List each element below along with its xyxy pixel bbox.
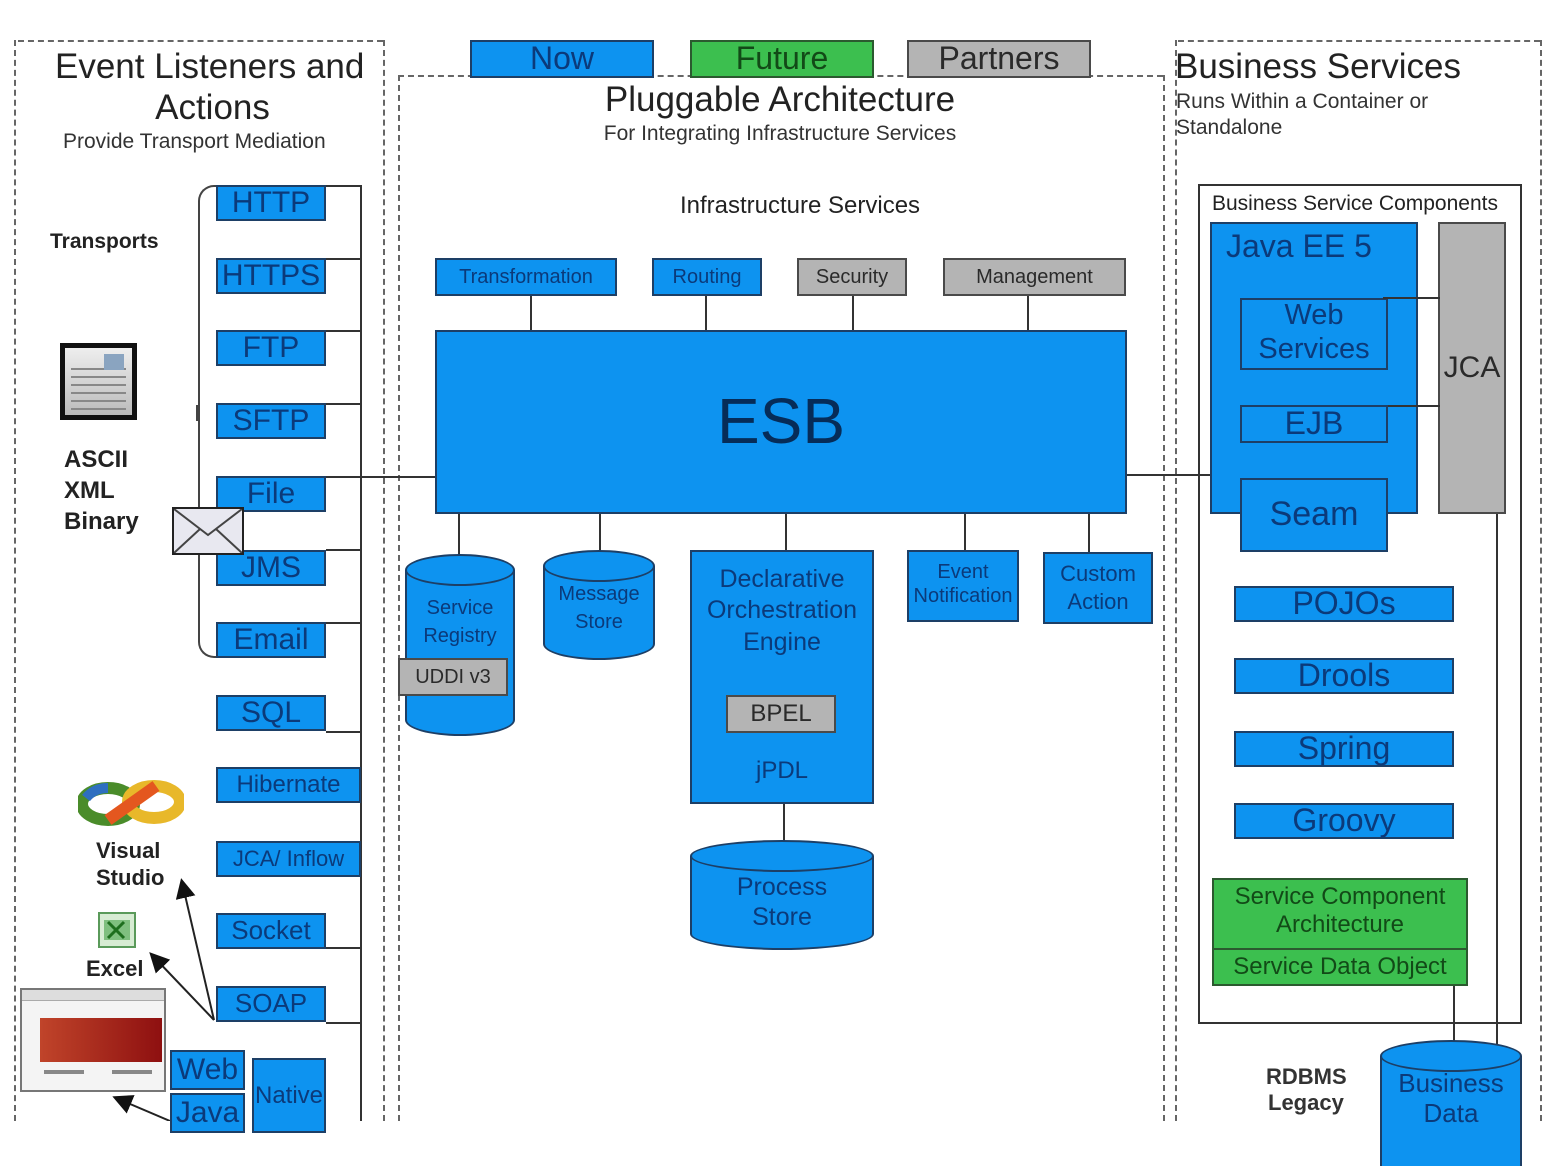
connector (1453, 986, 1455, 1044)
center-panel-subtitle: For Integrating Infrastructure Services (603, 122, 957, 145)
orchestration-engine[interactable]: Declarative Orchestration Engine jPDL (690, 550, 874, 804)
jpdl-label: jPDL (755, 757, 809, 784)
event-notification-label-line1: Event (937, 561, 989, 583)
client-native[interactable]: Native (252, 1058, 326, 1133)
browser-screenshot-icon (20, 988, 166, 1092)
web-services[interactable]: Web Services (1240, 298, 1388, 370)
connector (785, 514, 787, 550)
connector (705, 296, 707, 332)
infra-transformation[interactable]: Transformation (435, 258, 617, 296)
jca[interactable]: JCA (1438, 222, 1506, 514)
infrastructure-services-label: Infrastructure Services (679, 192, 921, 219)
right-panel-subtitle-line1: Runs Within a Container or (1176, 90, 1429, 113)
connector (599, 514, 601, 554)
service-registry-label-line1: Service (426, 597, 494, 619)
connector (1027, 296, 1029, 332)
message-store-label-line2: Store (575, 611, 623, 633)
message-store-label-line1: Message (558, 583, 640, 605)
legend-future: Future (690, 40, 874, 78)
custom-action-label-line1: Custom (1060, 561, 1136, 586)
connector (964, 514, 966, 550)
connector (530, 296, 532, 332)
web-services-label-line1: Web (1284, 299, 1344, 331)
center-panel-title: Pluggable Architecture (604, 80, 956, 119)
connector (852, 296, 854, 332)
service-registry-store[interactable]: Service Registry (405, 554, 515, 736)
process-store-label-line2: Store (752, 903, 812, 931)
legend-partners: Partners (907, 40, 1091, 78)
soap-arrows (112, 878, 215, 1121)
connector (1388, 405, 1440, 407)
ejb[interactable]: EJB (1240, 405, 1388, 443)
custom-action-label-line2: Action (1067, 589, 1129, 614)
right-panel-top-border (1178, 40, 1540, 42)
seam[interactable]: Seam (1240, 478, 1388, 552)
jca-to-business-data-line (1496, 514, 1498, 1044)
web-services-label-line2: Services (1258, 333, 1370, 365)
service-registry-label-line2: Registry (423, 625, 497, 647)
business-service-components-label: Business Service Components (1212, 192, 1498, 215)
rdbms-label-line2: Legacy (1268, 1090, 1344, 1115)
connector (1088, 514, 1090, 552)
orchestration-label-line1: Declarative (719, 565, 845, 593)
rdbms-label-line1: RDBMS (1266, 1064, 1347, 1089)
event-notification[interactable]: Event Notification (907, 550, 1019, 622)
connector (783, 804, 785, 844)
esb-bus[interactable]: ESB (435, 330, 1127, 514)
event-notification-label-line2: Notification (913, 585, 1013, 607)
service-data-object[interactable]: Service Data Object (1212, 948, 1468, 986)
framework-pojos[interactable]: POJOs (1234, 586, 1454, 622)
orchestration-label-line3: Engine (743, 628, 821, 656)
process-store-label-line1: Process (736, 873, 828, 901)
bpel-badge[interactable]: BPEL (726, 695, 836, 733)
custom-action[interactable]: Custom Action (1043, 552, 1153, 624)
uddi-v3-badge[interactable]: UDDI v3 (398, 658, 508, 696)
infra-routing[interactable]: Routing (652, 258, 762, 296)
service-component-architecture[interactable]: Service Component Architecture (1212, 878, 1468, 950)
message-store[interactable]: Message Store (543, 550, 655, 660)
framework-groovy[interactable]: Groovy (1234, 803, 1454, 839)
infra-management[interactable]: Management (943, 258, 1126, 296)
client-web[interactable]: Web (170, 1050, 245, 1090)
right-panel-subtitle-line2: Standalone (1176, 116, 1283, 139)
orchestration-label-line2: Orchestration (706, 596, 858, 624)
business-data-label-line1: Business (1398, 1068, 1504, 1098)
business-data-store[interactable]: Business Data (1380, 1040, 1522, 1166)
infra-security[interactable]: Security (797, 258, 907, 296)
sca-label-line1: Service Component (1234, 883, 1446, 910)
connector (1383, 297, 1440, 299)
process-store[interactable]: Process Store (690, 840, 874, 950)
sca-label-line2: Architecture (1275, 911, 1405, 938)
right-panel-title: Business Services (1175, 47, 1461, 86)
right-panel-right-border (1540, 40, 1542, 1121)
center-panel-right-border (1163, 75, 1165, 1121)
legend-now: Now (470, 40, 654, 78)
framework-spring[interactable]: Spring (1234, 731, 1454, 767)
client-java[interactable]: Java (170, 1093, 245, 1133)
framework-drools[interactable]: Drools (1234, 658, 1454, 694)
java-ee-5-label: Java EE 5 (1226, 228, 1372, 264)
business-data-label-line2: Data (1423, 1098, 1479, 1128)
